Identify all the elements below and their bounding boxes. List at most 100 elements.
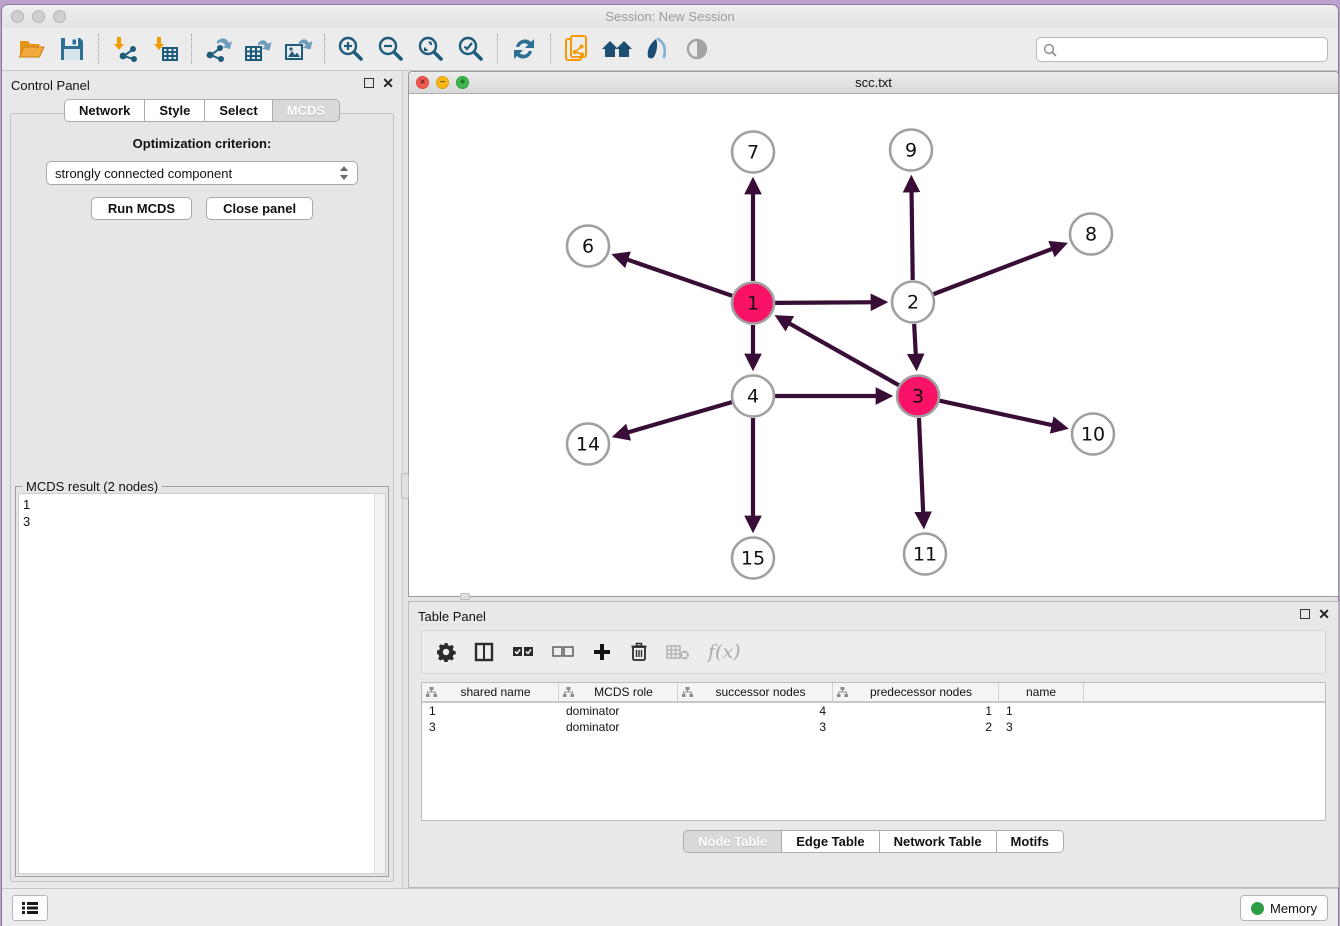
vertical-splitter-handle[interactable] [401, 473, 409, 499]
table-cell[interactable]: 4 [678, 703, 833, 719]
app-window: Session: New Session [2, 5, 1338, 926]
network-view-window: × − + scc.txt 7 9 6 8 1 2 4 3 14 10 15 11 [408, 71, 1339, 597]
attribute-tree-icon [563, 687, 574, 698]
deselect-all-icon[interactable] [552, 645, 574, 659]
select-all-icon[interactable] [512, 645, 534, 659]
table-options-gear-icon[interactable] [436, 642, 456, 662]
show-columns-icon[interactable] [474, 642, 494, 662]
zoom-in-icon[interactable] [331, 32, 371, 66]
graph-node-14[interactable]: 14 [567, 424, 609, 465]
tab-motifs[interactable]: Motifs [997, 830, 1064, 853]
table-cell[interactable]: 1 [833, 703, 999, 719]
mcds-result-list[interactable]: 13 [18, 493, 386, 874]
node-table[interactable]: shared nameMCDS rolesuccessor nodesprede… [421, 682, 1326, 821]
graph-edge-1-6[interactable] [616, 256, 732, 296]
network-canvas[interactable]: 7 9 6 8 1 2 4 3 14 10 15 11 [409, 94, 1338, 596]
import-network-icon[interactable] [105, 32, 145, 66]
search-icon [1043, 43, 1057, 57]
svg-text:3: 3 [912, 386, 924, 408]
optimization-criterion-select[interactable]: strongly connected component [46, 161, 358, 185]
graph-node-2[interactable]: 2 [892, 282, 934, 323]
table-panel: Table Panel ✕ [408, 601, 1339, 888]
task-history-button[interactable] [12, 895, 48, 921]
column-header-predecessor-nodes[interactable]: predecessor nodes [833, 683, 999, 701]
close-table-panel-icon[interactable]: ✕ [1318, 609, 1330, 619]
delete-column-icon[interactable] [630, 642, 648, 662]
save-session-icon[interactable] [52, 32, 92, 66]
show-hide-preview-icon[interactable] [677, 32, 717, 66]
table-cell[interactable]: 1 [422, 703, 559, 719]
toolbar-separator [550, 34, 551, 64]
search-input[interactable] [1061, 43, 1321, 57]
graph-edge-1-2[interactable] [775, 302, 883, 303]
attribute-tree-icon [426, 687, 437, 698]
tab-style[interactable]: Style [145, 99, 205, 122]
import-table-icon[interactable] [145, 32, 185, 66]
graph-node-6[interactable]: 6 [567, 226, 609, 267]
create-column-icon[interactable] [592, 642, 612, 662]
export-image-icon[interactable] [278, 32, 318, 66]
graph-node-11[interactable]: 11 [904, 534, 946, 575]
table-cell[interactable]: 3 [999, 719, 1084, 735]
graph-node-10[interactable]: 10 [1072, 414, 1114, 455]
svg-text:2: 2 [907, 292, 919, 314]
graph-edge-2-9[interactable] [911, 180, 912, 280]
clone-network-icon[interactable] [557, 32, 597, 66]
graph-node-9[interactable]: 9 [890, 130, 932, 171]
horizontal-splitter-handle[interactable] [460, 593, 470, 600]
zoom-selected-icon[interactable] [451, 32, 491, 66]
column-header-shared-name[interactable]: shared name [422, 683, 559, 701]
column-header-successor-nodes[interactable]: successor nodes [678, 683, 833, 701]
export-table-icon[interactable] [238, 32, 278, 66]
close-panel-button[interactable]: Close panel [206, 197, 313, 220]
network-graph: 7 9 6 8 1 2 4 3 14 10 15 11 [409, 94, 1338, 596]
memory-button[interactable]: Memory [1240, 895, 1328, 921]
graph-edge-3-11[interactable] [919, 418, 924, 524]
graph-edge-3-1[interactable] [779, 318, 899, 385]
fx-label: f(x) [708, 641, 741, 663]
table-cell[interactable]: dominator [559, 703, 678, 719]
table-row[interactable]: 3dominator323 [422, 719, 1325, 735]
float-panel-icon[interactable] [364, 78, 374, 88]
tab-node-table[interactable]: Node Table [683, 830, 782, 853]
refresh-layout-icon[interactable] [504, 32, 544, 66]
table-row[interactable]: 1dominator411 [422, 703, 1325, 719]
apply-style-icon[interactable] [637, 32, 677, 66]
tab-network[interactable]: Network [64, 99, 145, 122]
graph-node-4[interactable]: 4 [732, 376, 774, 417]
open-session-icon[interactable] [12, 32, 52, 66]
tab-mcds[interactable]: MCDS [273, 99, 340, 122]
table-cell[interactable]: 3 [678, 719, 833, 735]
close-panel-icon[interactable]: ✕ [382, 78, 394, 88]
column-header-name[interactable]: name [999, 683, 1084, 701]
run-mcds-button[interactable]: Run MCDS [91, 197, 192, 220]
zoom-fit-icon[interactable] [411, 32, 451, 66]
zoom-out-icon[interactable] [371, 32, 411, 66]
svg-text:6: 6 [582, 236, 594, 258]
graph-edge-2-8[interactable] [934, 245, 1063, 294]
control-panel: Control Panel ✕ NetworkStyleSelectMCDS O… [2, 71, 403, 888]
table-cell[interactable]: 1 [999, 703, 1084, 719]
table-cell[interactable]: 3 [422, 719, 559, 735]
column-header-MCDS-role[interactable]: MCDS role [559, 683, 678, 701]
graph-node-8[interactable]: 8 [1070, 214, 1112, 255]
graph-node-15[interactable]: 15 [732, 538, 774, 579]
toolbar-separator [497, 34, 498, 64]
search-box[interactable] [1036, 37, 1328, 62]
graph-node-3[interactable]: 3 [897, 376, 939, 417]
network-window-titlebar[interactable]: × − + scc.txt [409, 72, 1338, 94]
first-neighbors-icon[interactable] [597, 32, 637, 66]
float-table-panel-icon[interactable] [1300, 609, 1310, 619]
table-cell[interactable]: dominator [559, 719, 678, 735]
graph-edge-3-10[interactable] [939, 401, 1063, 428]
tab-select[interactable]: Select [205, 99, 272, 122]
export-network-icon[interactable] [198, 32, 238, 66]
tab-network-table[interactable]: Network Table [880, 830, 997, 853]
result-scrollbar[interactable] [374, 494, 385, 873]
graph-edge-2-3[interactable] [914, 324, 916, 366]
graph-edge-4-14[interactable] [617, 402, 732, 435]
graph-node-7[interactable]: 7 [732, 132, 774, 173]
table-cell[interactable]: 2 [833, 719, 999, 735]
graph-node-1[interactable]: 1 [732, 283, 774, 324]
tab-edge-table[interactable]: Edge Table [782, 830, 879, 853]
